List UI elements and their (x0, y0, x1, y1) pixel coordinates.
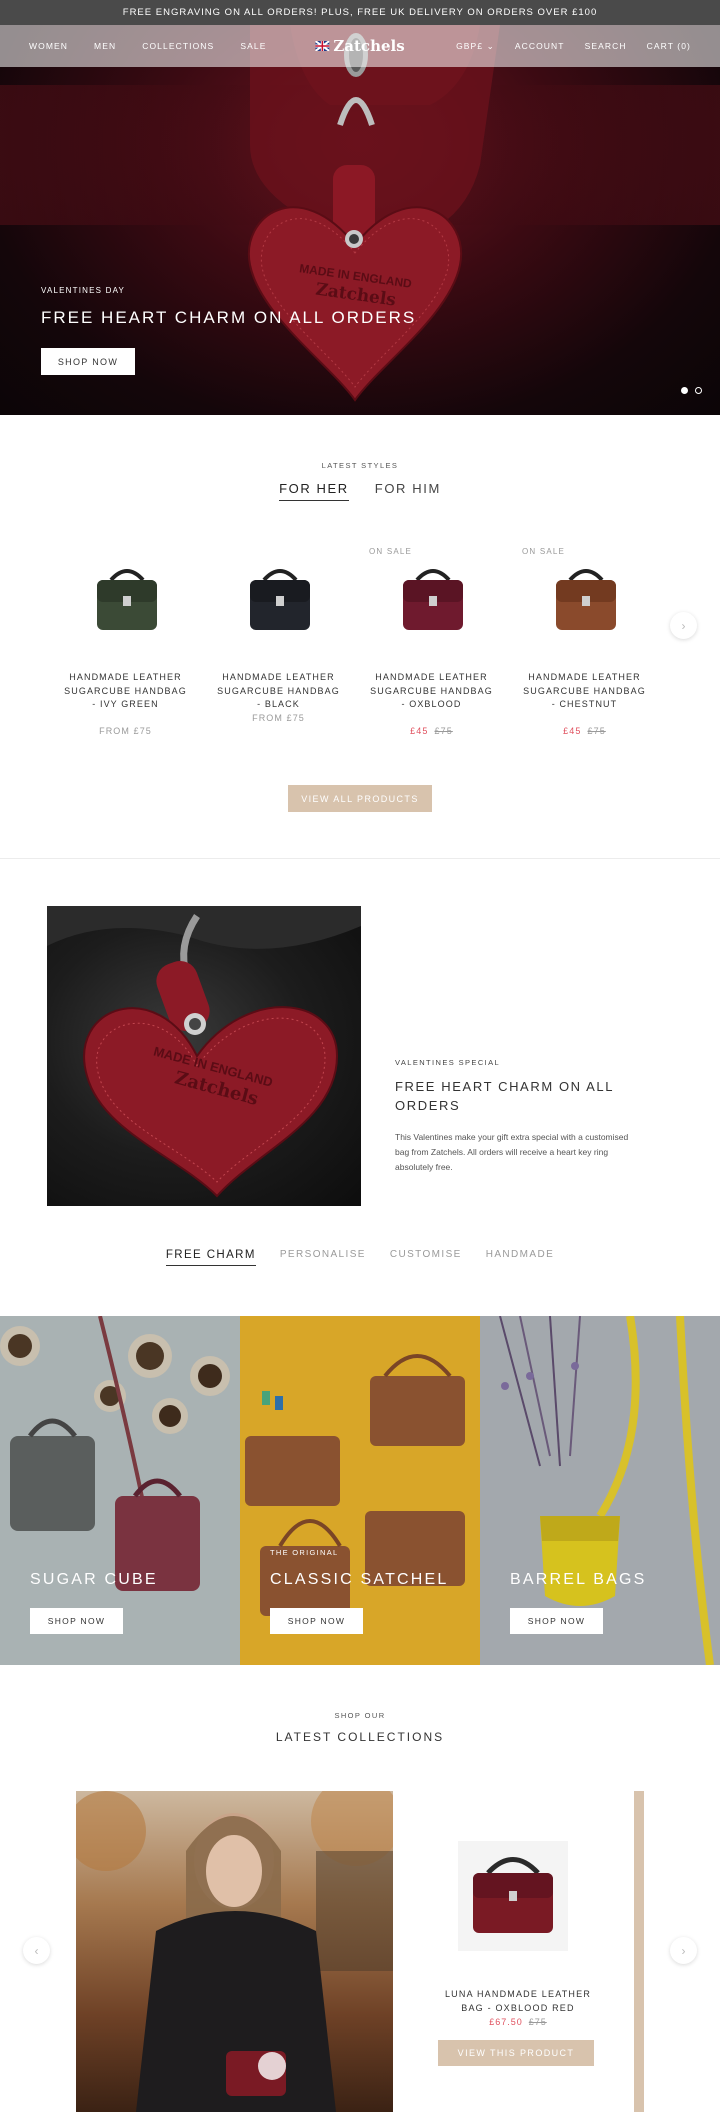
hero-title: FREE HEART CHARM ON ALL ORDERS (41, 308, 417, 327)
charm-eyebrow: VALENTINES SPECIAL (395, 1058, 501, 1067)
hero-banner[interactable]: MADE IN ENGLAND Zatchels WOMEN MEN COLLE… (0, 25, 720, 415)
nav-link-women[interactable]: WOMEN (29, 41, 68, 51)
product-card[interactable]: ON SALE HANDMADE LEATHER SUGARCUBE HANDB… (517, 533, 652, 743)
view-this-product-button[interactable]: VIEW THIS PRODUCT (438, 2040, 594, 2066)
feature-tabs: FREE CHARM PERSONALISE CUSTOMISE HANDMAD… (0, 1249, 720, 1266)
charm-description: This Valentines make your gift extra spe… (395, 1132, 629, 1172)
main-navigation: WOMEN MEN COLLECTIONS SALE Zatchels GBP£… (0, 25, 720, 67)
tile-label: CLASSIC SATCHEL (270, 1571, 449, 1588)
tile-shop-now-button[interactable]: SHOP NOW (30, 1608, 123, 1634)
logo-text: Zatchels (333, 37, 405, 55)
nav-left-menu: WOMEN MEN COLLECTIONS SALE (29, 41, 266, 51)
product-name: HANDMADE LEATHER SUGARCUBE HANDBAG - IVY… (64, 672, 187, 709)
charm-title: FREE HEART CHARM ON ALL ORDERS (395, 1079, 614, 1113)
chevron-left-icon: ‹ (34, 1943, 39, 1958)
tab-personalise[interactable]: PERSONALISE (280, 1249, 366, 1266)
union-jack-icon (315, 41, 330, 51)
collection-product-name: LUNA HANDMADE LEATHER BAG - OXBLOOD RED (444, 1989, 592, 2013)
tile-label: BARREL BAGS (510, 1571, 647, 1588)
slide-dot-1[interactable] (681, 387, 688, 394)
product-price: FROM £75 (99, 726, 152, 736)
product-image-oxblood (403, 569, 463, 630)
tile-shop-now-button[interactable]: SHOP NOW (510, 1608, 603, 1634)
account-link[interactable]: ACCOUNT (515, 41, 565, 51)
product-name: HANDMADE LEATHER SUGARCUBE HANDBAG - CHE… (523, 672, 646, 709)
featured-collection-product[interactable]: VIEW THIS PRODUCT (393, 1791, 634, 2112)
hero-eyebrow: VALENTINES DAY (41, 286, 126, 295)
tile-shop-now-button[interactable]: SHOP NOW (270, 1608, 363, 1634)
tab-for-him[interactable]: FOR HIM (375, 481, 441, 501)
collections-next-button[interactable]: › (670, 1937, 697, 1964)
tab-customise[interactable]: CUSTOMISE (390, 1249, 462, 1266)
model-with-bag-image (76, 1791, 393, 2112)
view-all-products-button[interactable]: VIEW ALL PRODUCTS (288, 785, 432, 812)
nav-link-men[interactable]: MEN (94, 41, 116, 51)
search-link[interactable]: SEARCH (585, 41, 627, 51)
product-image-ivy-green (97, 569, 157, 630)
site-logo[interactable]: Zatchels (315, 37, 405, 55)
category-tile-sugar-cube[interactable]: SUGAR CUBE SHOP NOW (0, 1316, 240, 1665)
heart-charm-photo: MADE IN ENGLAND Zatchels (47, 906, 361, 1206)
chevron-down-icon: ⌄ (486, 40, 495, 51)
product-name: HANDMADE LEATHER SUGARCUBE HANDBAG - BLA… (217, 672, 340, 709)
product-image-black (250, 569, 310, 630)
price-was: £75 (528, 2017, 547, 2027)
category-tile-barrel-bags[interactable]: BARREL BAGS SHOP NOW (480, 1316, 720, 1665)
collection-lifestyle-photo (76, 1791, 393, 2112)
currency-selector[interactable]: GBP£ ⌄ (456, 41, 495, 52)
collections-prev-button[interactable]: ‹ (23, 1937, 50, 1964)
cart-link[interactable]: CART (0) (647, 41, 691, 51)
price-now: £45 (410, 726, 429, 736)
product-carousel: HANDMADE LEATHER SUGARCUBE HANDBAG - IVY… (58, 533, 668, 743)
tab-handmade[interactable]: HANDMADE (486, 1249, 554, 1266)
nav-link-sale[interactable]: SALE (240, 41, 266, 51)
product-card[interactable]: HANDMADE LEATHER SUGARCUBE HANDBAG - BLA… (211, 533, 346, 743)
heart-charm-image: MADE IN ENGLAND Zatchels (47, 906, 361, 1198)
currency-label: GBP£ (456, 40, 484, 51)
tab-for-her[interactable]: FOR HER (279, 481, 349, 501)
announcement-bar: FREE ENGRAVING ON ALL ORDERS! PLUS, FREE… (0, 0, 720, 25)
product-name: HANDMADE LEATHER SUGARCUBE HANDBAG - OXB… (370, 672, 493, 709)
category-tile-classic-satchel[interactable]: THE ORIGINAL CLASSIC SATCHEL SHOP NOW (240, 1316, 480, 1665)
price-was: £75 (434, 726, 453, 736)
section-divider (0, 858, 720, 859)
next-collection-peek (634, 1791, 644, 2112)
nav-link-collections[interactable]: COLLECTIONS (142, 41, 214, 51)
product-card[interactable]: HANDMADE LEATHER SUGARCUBE HANDBAG - IVY… (58, 533, 193, 743)
price-now: £67.50 (489, 2017, 523, 2027)
slideshow-dots (681, 387, 702, 394)
nav-right-menu: GBP£ ⌄ ACCOUNT SEARCH CART (0) (456, 41, 691, 52)
tile-subtitle: THE ORIGINAL (270, 1548, 339, 1557)
gender-tabs: FOR HER FOR HIM (0, 481, 720, 501)
carousel-next-button[interactable]: › (670, 612, 697, 639)
on-sale-badge: ON SALE (522, 547, 566, 556)
product-image-chestnut (556, 569, 616, 630)
chevron-right-icon: › (681, 618, 686, 633)
collections-eyebrow: SHOP OUR (334, 1711, 386, 1720)
price-now: £45 (563, 726, 582, 736)
latest-styles-eyebrow: LATEST STYLES (321, 461, 399, 470)
product-card[interactable]: ON SALE HANDMADE LEATHER SUGARCUBE HANDB… (364, 533, 499, 743)
tab-free-charm[interactable]: FREE CHARM (165, 1249, 256, 1266)
hero-shop-now-button[interactable]: SHOP NOW (41, 348, 135, 375)
collections-title: LATEST COLLECTIONS (275, 1730, 445, 1744)
collection-product-price: £67.50 £75 (438, 2017, 598, 2027)
on-sale-badge: ON SALE (369, 547, 413, 556)
chevron-right-icon: › (681, 1943, 686, 1958)
slide-dot-2[interactable] (695, 387, 702, 394)
product-price: FROM £75 (252, 713, 305, 723)
price-was: £75 (587, 726, 606, 736)
product-price: £45 £75 (517, 726, 652, 736)
tile-label: SUGAR CUBE (30, 1571, 158, 1588)
product-price: £45 £75 (364, 726, 499, 736)
